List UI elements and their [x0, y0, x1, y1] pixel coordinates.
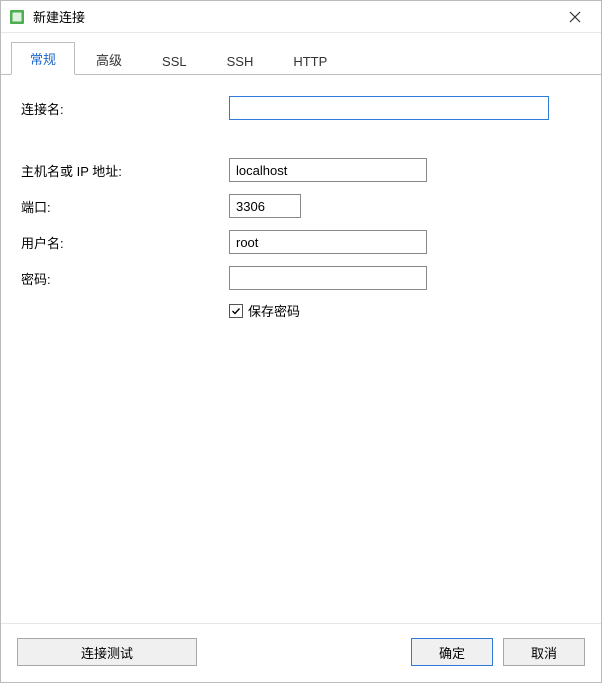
password-label: 密码:	[19, 269, 229, 288]
window-title: 新建连接	[33, 7, 555, 26]
tab-label: SSL	[162, 54, 187, 69]
tab-label: 高级	[96, 53, 122, 68]
connection-name-input[interactable]	[229, 96, 549, 120]
row-save-password: 保存密码	[229, 301, 583, 320]
cancel-button[interactable]: 取消	[503, 638, 585, 666]
tab-bar: 常规 高级 SSL SSH HTTP	[1, 33, 601, 75]
password-input[interactable]	[229, 266, 427, 290]
form-panel: 连接名: 主机名或 IP 地址: 端口: 用户名: 密码:	[1, 75, 601, 623]
new-connection-dialog: 新建连接 常规 高级 SSL SSH HTTP 连接名:	[0, 0, 602, 683]
save-password-checkbox[interactable]	[229, 304, 243, 318]
tab-label: 常规	[30, 52, 56, 67]
username-input[interactable]	[229, 230, 427, 254]
host-input[interactable]	[229, 158, 427, 182]
button-label: 连接测试	[81, 643, 133, 662]
tab-general[interactable]: 常规	[11, 42, 75, 75]
row-host: 主机名或 IP 地址:	[19, 157, 583, 183]
tab-ssl[interactable]: SSL	[143, 47, 206, 75]
tab-label: HTTP	[293, 54, 327, 69]
tab-http[interactable]: HTTP	[274, 47, 346, 75]
titlebar: 新建连接	[1, 1, 601, 33]
test-connection-button[interactable]: 连接测试	[17, 638, 197, 666]
row-connection-name: 连接名:	[19, 95, 583, 121]
tab-ssh[interactable]: SSH	[208, 47, 273, 75]
port-input[interactable]	[229, 194, 301, 218]
close-button[interactable]	[555, 3, 595, 31]
host-label: 主机名或 IP 地址:	[19, 161, 229, 180]
app-icon	[9, 9, 25, 25]
username-label: 用户名:	[19, 233, 229, 252]
button-label: 确定	[439, 643, 465, 662]
row-username: 用户名:	[19, 229, 583, 255]
tab-label: SSH	[227, 54, 254, 69]
row-password: 密码:	[19, 265, 583, 291]
save-password-label: 保存密码	[248, 301, 300, 320]
ok-button[interactable]: 确定	[411, 638, 493, 666]
dialog-footer: 连接测试 确定 取消	[1, 623, 601, 682]
button-label: 取消	[531, 643, 557, 662]
tab-advanced[interactable]: 高级	[77, 43, 141, 75]
connection-name-label: 连接名:	[19, 99, 229, 118]
port-label: 端口:	[19, 197, 229, 216]
row-port: 端口:	[19, 193, 583, 219]
